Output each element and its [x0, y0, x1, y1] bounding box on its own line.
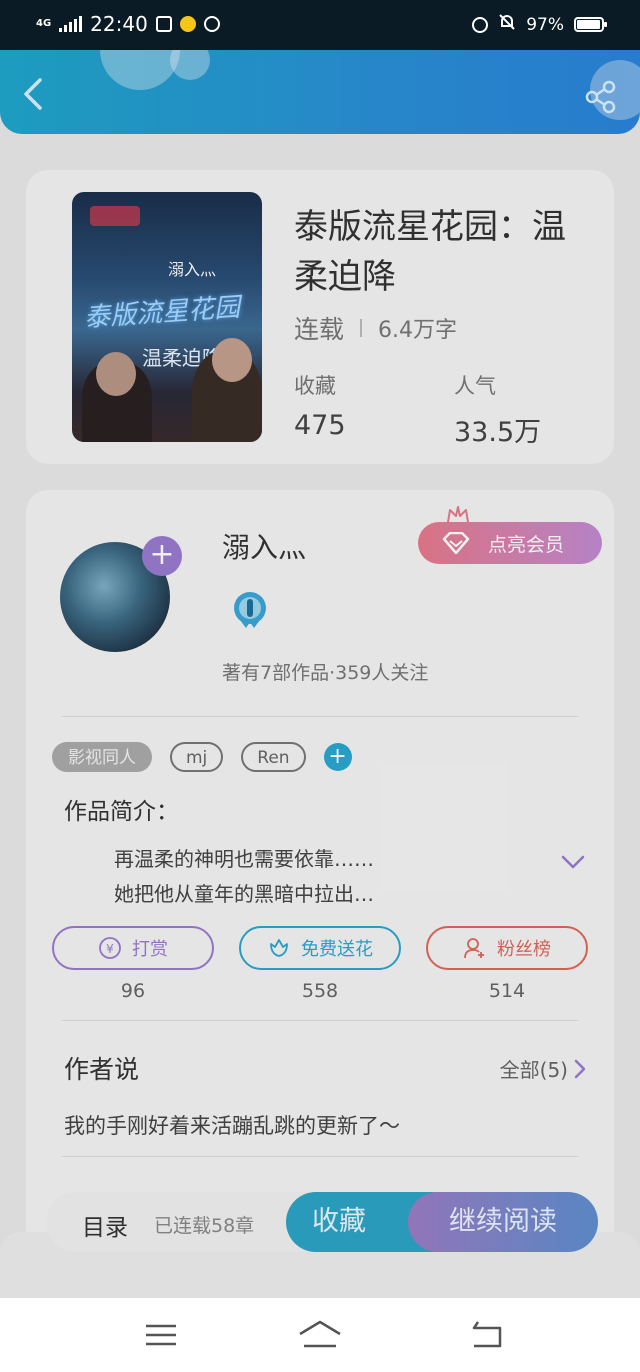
- table-of-contents-button[interactable]: 目录: [82, 1208, 128, 1242]
- alarm-icon: [472, 16, 489, 33]
- follow-author-button[interactable]: +: [142, 536, 182, 576]
- divider: [62, 716, 578, 717]
- tag-chip[interactable]: mj: [170, 742, 224, 772]
- decor-bubble: [100, 50, 180, 90]
- book-info-card: 溺入灬 泰版流星花园 温柔迫降 泰版流星花园：温柔迫降 连载 6.4万字 收藏 …: [26, 170, 614, 464]
- author-level-badge-icon: [234, 592, 266, 628]
- tag-chip[interactable]: Ren: [241, 742, 306, 772]
- popularity-label: 人气: [454, 374, 496, 398]
- home-icon: [299, 1320, 341, 1348]
- cover-ribbon: [90, 206, 140, 226]
- top-header: [0, 50, 640, 134]
- svg-text:¥: ¥: [106, 942, 114, 956]
- divider: [62, 1156, 578, 1157]
- fan-rank-icon: [464, 938, 484, 959]
- cover-face: [96, 352, 136, 396]
- app-notification-icon: [179, 16, 196, 32]
- favorites-count: 475: [294, 410, 346, 441]
- tip-count: 96: [120, 980, 146, 1002]
- serial-status: 连载: [294, 315, 345, 344]
- leaf-notification-icon: [203, 16, 220, 32]
- author-name[interactable]: 溺入灬: [222, 526, 306, 566]
- author-say-label: 作者说: [64, 1055, 140, 1084]
- tag-chip[interactable]: 影视同人: [52, 742, 152, 772]
- tip-label: 打赏: [132, 939, 168, 960]
- flower-count: 558: [301, 980, 339, 1002]
- author-say-text: 我的手刚好着来活蹦乱跳的更新了～: [64, 1114, 400, 1138]
- decor-bubble: [170, 50, 210, 80]
- diamond-icon: [442, 532, 470, 554]
- favorites-label: 收藏: [294, 374, 336, 398]
- menu-icon: [146, 1324, 176, 1346]
- clock: 22:40: [90, 12, 148, 36]
- battery-icon: [574, 17, 607, 32]
- book-title: 泰版流星花园：温柔迫降: [294, 207, 566, 297]
- author-say-all-label: 全部(5): [499, 1058, 568, 1082]
- add-tag-button[interactable]: +: [323, 743, 352, 771]
- signal-icon: [59, 16, 83, 32]
- menu-button[interactable]: [144, 1320, 178, 1350]
- back-nav-button[interactable]: [470, 1320, 504, 1350]
- vip-button-label: 点亮会员: [488, 533, 565, 556]
- back-button[interactable]: [20, 76, 50, 112]
- flower-icon: [270, 939, 288, 957]
- share-button[interactable]: [584, 80, 618, 114]
- chevron-down-icon[interactable]: [560, 854, 586, 870]
- send-flower-label: 免费送花: [301, 939, 373, 960]
- vip-button[interactable]: 点亮会员: [418, 522, 602, 564]
- send-flower-button[interactable]: 免费送花: [239, 926, 401, 970]
- intro-line: 再温柔的神明也需要依靠……: [114, 847, 374, 871]
- divider: [62, 1020, 578, 1021]
- gallery-notification-icon: [155, 16, 172, 32]
- chevron-left-icon: [24, 78, 42, 110]
- book-meta: 连载 6.4万字: [294, 310, 457, 346]
- home-button[interactable]: [298, 1320, 342, 1350]
- word-count: 6.4万字: [378, 318, 458, 343]
- system-navigation-bar: [0, 1298, 640, 1372]
- intro-text: 再温柔的神明也需要依靠…… 她把他从童年的黑暗中拉出…: [114, 842, 374, 912]
- mute-icon: [498, 13, 516, 36]
- chevron-right-icon: [574, 1059, 586, 1078]
- fan-count: 514: [488, 980, 526, 1002]
- battery-level: 97%: [526, 14, 564, 35]
- intro-label: 作品简介：: [64, 799, 179, 825]
- tag-list: 影视同人 mj Ren +: [52, 742, 352, 772]
- share-icon: [585, 80, 616, 114]
- status-bar: 4G 22:40 97%: [0, 0, 640, 50]
- chapter-count: 已连载58章: [154, 1215, 255, 1237]
- yuan-coin-icon: ¥: [99, 937, 121, 959]
- back-icon: [472, 1321, 502, 1348]
- author-say-all-link[interactable]: 全部(5): [500, 1054, 586, 1083]
- intro-line: 她把他从童年的黑暗中拉出…: [114, 882, 374, 906]
- network-type: 4G: [36, 18, 52, 29]
- author-summary: 著有7部作品·359人关注: [222, 662, 429, 684]
- fan-rank-button[interactable]: 粉丝榜: [426, 926, 588, 970]
- bottom-action-bar: 目录 已连载58章 收藏 继续阅读: [46, 1192, 598, 1252]
- cover-face: [212, 338, 252, 382]
- cover-author: 溺入灬: [168, 260, 217, 279]
- author-detail-card: + 溺入灬 点亮会员 著有7部作品·359人关注 影视同人 mj Ren + 作…: [26, 490, 614, 1250]
- continue-reading-button[interactable]: 继续阅读: [408, 1192, 598, 1252]
- fan-rank-label: 粉丝榜: [497, 939, 551, 960]
- tip-button[interactable]: ¥ 打赏: [52, 926, 214, 970]
- meta-divider: [360, 319, 363, 337]
- cover-title: 泰版流星花园: [83, 292, 242, 334]
- book-cover[interactable]: 溺入灬 泰版流星花园 温柔迫降: [72, 192, 262, 442]
- popularity-count: 33.5万: [454, 417, 542, 448]
